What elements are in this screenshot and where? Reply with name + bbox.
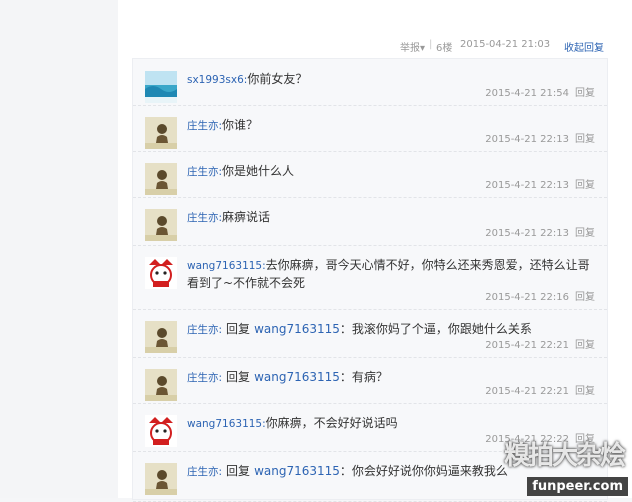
person-avatar-icon: [145, 321, 177, 353]
person-avatar-icon: [145, 163, 177, 195]
username-link[interactable]: 庄生亦:: [187, 324, 222, 336]
reply-meta: 2015-4-21 22:13 回复: [485, 176, 595, 191]
reply-content: 麻痹说话: [222, 210, 271, 224]
reply-item: 庄生亦: 回复 wang7163115：有病？ 2015-4-21 22:21 回复: [133, 357, 607, 404]
reply-button[interactable]: 回复: [575, 180, 595, 191]
mentioned-user-link[interactable]: wang7163115: [254, 370, 340, 384]
reply-item: 庄生亦: 回复 wang7163115：我滚你妈了个逼，你跟她什么关系 2015-4-…: [133, 309, 607, 358]
floor-meta-bar: 举报▾ | 6楼 2015-04-21 21:03 收起回复: [118, 36, 632, 56]
separator: |: [429, 39, 433, 50]
reply-content: 你谁？: [222, 118, 259, 132]
reply-item: 庄生亦:你是她什么人 2015-4-21 22:13 回复: [133, 151, 607, 198]
reply-meta: 2015-4-21 22:16 回复: [485, 288, 595, 303]
reply-content: 你麻痹，不会好好说话吗: [265, 416, 398, 430]
cartoon-avatar-icon: [145, 257, 177, 289]
post-time: 2015-04-21 21:03: [460, 39, 551, 50]
reply-list: sx1993sx6:你前女友？ 2015-4-21 21:54 回复 庄生亦:你谁？ 2…: [132, 58, 608, 502]
avatar[interactable]: [145, 163, 177, 195]
reply-content: ：我滚你妈了个逼，你跟她什么关系: [339, 322, 532, 336]
reply-button[interactable]: 回复: [575, 292, 595, 303]
reply-meta: 2015-4-21 22:21 回复: [485, 336, 595, 351]
username-link[interactable]: wang7163115:: [187, 418, 266, 430]
username-link[interactable]: 庄生亦:: [187, 372, 222, 384]
reply-time: 2015-4-21 22:21: [485, 340, 569, 351]
reply-item: 庄生亦:麻痹说话 2015-4-21 22:13 回复: [133, 197, 607, 246]
avatar[interactable]: [145, 209, 177, 241]
reply-text-line: wang7163115:去你麻痹，哥今天心情不好，你特么还来秀恩爱，还特么让哥看…: [187, 257, 593, 292]
reply-item: wang7163115:去你麻痹，哥今天心情不好，你特么还来秀恩爱，还特么让哥看…: [133, 245, 607, 310]
avatar[interactable]: [145, 257, 177, 289]
reply-time: 2015-4-21 22:13: [485, 228, 569, 239]
reply-prefix: 回复: [226, 370, 251, 384]
reply-content: ：有病？: [339, 370, 388, 384]
reply-button[interactable]: 回复: [575, 228, 595, 239]
reply-time: 2015-4-21 22:13: [485, 180, 569, 191]
cartoon-avatar-icon: [145, 415, 177, 447]
username-link[interactable]: wang7163115:: [187, 260, 266, 272]
avatar[interactable]: [145, 71, 177, 103]
reply-content: 你是她什么人: [222, 164, 295, 178]
reply-content: ：你会好好说你你妈逼来教我么: [339, 464, 508, 478]
person-avatar-icon: [145, 209, 177, 241]
person-avatar-icon: [145, 369, 177, 401]
reply-meta: 2015-4-21 22:13 回复: [485, 130, 595, 145]
mentioned-user-link[interactable]: wang7163115: [254, 464, 340, 478]
person-avatar-icon: [145, 463, 177, 495]
person-avatar-icon: [145, 117, 177, 149]
reply-prefix: 回复: [226, 322, 251, 336]
reply-time: 2015-4-21 21:54: [485, 88, 569, 99]
floor-number: 6楼: [436, 43, 453, 54]
avatar[interactable]: [145, 321, 177, 353]
reply-prefix: 回复: [226, 464, 251, 478]
username-link[interactable]: 庄生亦:: [187, 166, 222, 178]
username-link[interactable]: 庄生亦:: [187, 120, 222, 132]
reply-button[interactable]: 回复: [575, 340, 595, 351]
avatar[interactable]: [145, 369, 177, 401]
avatar[interactable]: [145, 463, 177, 495]
left-gutter: [0, 0, 118, 498]
reply-item: 庄生亦:你谁？ 2015-4-21 22:13 回复: [133, 105, 607, 152]
reply-time: 2015-4-21 22:16: [485, 292, 569, 303]
avatar[interactable]: [145, 117, 177, 149]
username-link[interactable]: 庄生亦:: [187, 212, 222, 224]
report-link[interactable]: 举报▾: [400, 39, 425, 54]
reply-meta: 2015-4-21 22:13 回复: [485, 224, 595, 239]
reply-button[interactable]: 回复: [575, 134, 595, 145]
watermark: 糗拍大杂烩: [503, 441, 626, 471]
sea-avatar-icon: [145, 71, 177, 103]
reply-time: 2015-4-21 22:13: [485, 134, 569, 145]
reply-item: sx1993sx6:你前女友？ 2015-4-21 21:54 回复: [133, 59, 607, 106]
reply-content: 你前女友？: [247, 72, 308, 86]
avatar[interactable]: [145, 415, 177, 447]
reply-time: 2015-4-21 22:21: [485, 386, 569, 397]
reply-button[interactable]: 回复: [575, 88, 595, 99]
reply-meta: 2015-4-21 21:54 回复: [485, 84, 595, 99]
reply-button[interactable]: 回复: [575, 386, 595, 397]
username-link[interactable]: 庄生亦:: [187, 466, 222, 478]
reply-meta: 2015-4-21 22:21 回复: [485, 382, 595, 397]
collapse-replies-link[interactable]: 收起回复: [564, 39, 604, 54]
mentioned-user-link[interactable]: wang7163115: [254, 322, 340, 336]
username-link[interactable]: sx1993sx6:: [187, 74, 247, 86]
watermark-url: funpeer.com: [527, 477, 628, 496]
post-content: 举报▾ | 6楼 2015-04-21 21:03 收起回复 sx1993sx6…: [118, 0, 632, 502]
